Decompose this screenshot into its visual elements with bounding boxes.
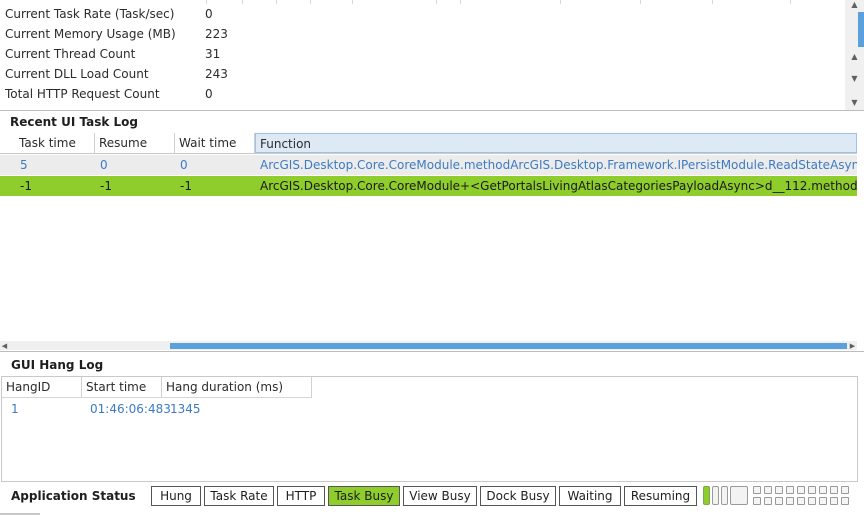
cell-task-time: -1	[20, 179, 32, 193]
status-waiting-button[interactable]: Waiting	[559, 486, 621, 506]
metric-row-memory: Current Memory Usage (MB) 223	[0, 24, 845, 44]
metric-row-task-rate: Current Task Rate (Task/sec) 0	[0, 4, 845, 24]
scroll-down-icon[interactable]: ▼	[845, 98, 864, 108]
metric-value: 223	[205, 27, 228, 41]
metrics-scrollbar[interactable]: ▲ ▲ ▼ ▼	[845, 0, 864, 110]
task-log-grid: Task time Resume time Wait time Function…	[0, 133, 857, 342]
activity-bar-icon	[712, 486, 719, 505]
scroll-right-icon[interactable]: ▶	[843, 341, 862, 351]
scrollbar-thumb[interactable]	[170, 343, 847, 349]
metric-label: Current Memory Usage (MB)	[5, 27, 176, 41]
status-http-button[interactable]: HTTP	[277, 486, 325, 506]
status-dock-busy-button[interactable]: Dock Busy	[480, 486, 556, 506]
task-log-horizontal-scrollbar[interactable]: ◀ ▶	[0, 341, 857, 350]
cell-resume-time: -1	[100, 179, 112, 193]
metric-value: 243	[205, 67, 228, 81]
status-resuming-button[interactable]: Resuming	[624, 486, 697, 506]
cell-task-time: 5	[20, 158, 28, 172]
table-row[interactable]: 5 0 0 ArcGIS.Desktop.Core.CoreModule.met…	[0, 155, 857, 175]
metric-row-threads: Current Thread Count 31	[0, 44, 845, 64]
section-divider	[0, 351, 864, 352]
hang-log-header: HangID Start time Hang duration (ms)	[2, 377, 312, 398]
metric-value: 0	[205, 7, 213, 21]
metric-value: 0	[205, 87, 213, 101]
scroll-up-icon[interactable]: ▲	[845, 0, 864, 10]
metric-label: Total HTTP Request Count	[5, 87, 160, 101]
status-task-busy-button[interactable]: Task Busy	[328, 486, 400, 506]
table-row[interactable]: 1 01:46:06:483 1345	[2, 399, 312, 419]
metric-label: Current Task Rate (Task/sec)	[5, 7, 175, 21]
metric-row-http: Total HTTP Request Count 0	[0, 84, 845, 104]
cell-wait-time: 0	[180, 158, 188, 172]
activity-bar-icon	[703, 486, 710, 505]
cell-hang-id: 1	[11, 402, 19, 416]
activity-bar-icon	[730, 486, 748, 505]
scrollbar-thumb[interactable]	[858, 12, 864, 47]
cell-wait-time: -1	[180, 179, 192, 193]
column-header-resume-time[interactable]: Resume time	[95, 133, 175, 170]
application-status-label: Application Status	[11, 489, 136, 503]
activity-bar-icon	[721, 486, 728, 505]
application-status-bar: Application Status Hung Task Rate HTTP T…	[0, 482, 864, 515]
table-row[interactable]: -1 -1 -1 ArcGIS.Desktop.Core.CoreModule+…	[0, 176, 857, 196]
status-task-rate-button[interactable]: Task Rate	[204, 486, 274, 506]
hang-log-grid: HangID Start time Hang duration (ms) 1 0…	[1, 376, 858, 482]
hang-log-title: GUI Hang Log	[11, 358, 104, 372]
cell-start-time: 01:46:06:483	[90, 402, 171, 416]
column-header-hang-id[interactable]: HangID	[2, 377, 82, 397]
metric-label: Current Thread Count	[5, 47, 136, 61]
column-header-start-time[interactable]: Start time	[82, 377, 162, 397]
column-header-hang-duration[interactable]: Hang duration (ms)	[162, 377, 312, 397]
metric-label: Current DLL Load Count	[5, 67, 149, 81]
scroll-up-icon[interactable]: ▲	[845, 52, 864, 62]
column-header-task-time[interactable]: Task time	[15, 133, 95, 153]
metric-value: 31	[205, 47, 221, 61]
status-view-busy-button[interactable]: View Busy	[403, 486, 477, 506]
column-header-function[interactable]: Function	[255, 133, 857, 153]
task-log-title: Recent UI Task Log	[10, 115, 138, 129]
scroll-down-icon[interactable]: ▼	[845, 74, 864, 84]
metrics-panel: Current Task Rate (Task/sec) 0 Current M…	[0, 0, 864, 111]
column-header-wait-time[interactable]: Wait time	[175, 133, 255, 153]
status-hung-button[interactable]: Hung	[151, 486, 201, 506]
metric-row-dll: Current DLL Load Count 243	[0, 64, 845, 84]
scroll-left-icon[interactable]: ◀	[0, 341, 14, 351]
cell-function: ArcGIS.Desktop.Core.CoreModule.methodArc…	[260, 158, 857, 172]
task-log-header: Task time Resume time Wait time Function	[0, 133, 857, 170]
cell-resume-time: 0	[100, 158, 108, 172]
cell-hang-duration: 1345	[170, 402, 201, 416]
cell-function: ArcGIS.Desktop.Core.CoreModule+<GetPorta…	[260, 179, 857, 193]
